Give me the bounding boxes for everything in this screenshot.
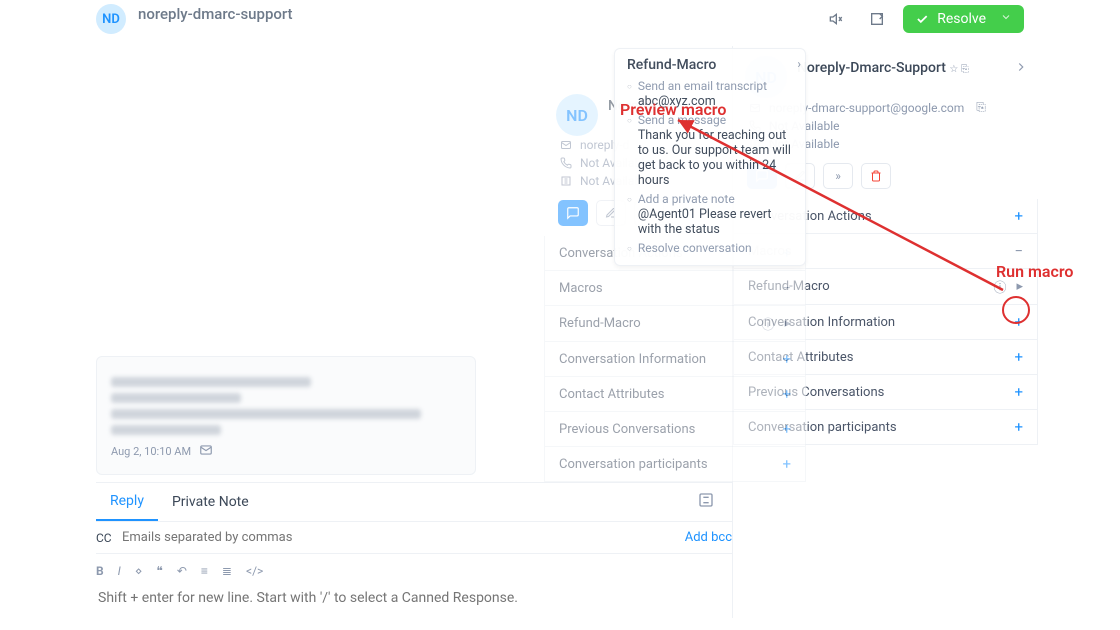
thumbs-up-icon: ☆ ⎘ <box>949 64 968 75</box>
quote-icon[interactable]: ❝ <box>156 564 162 578</box>
plus-icon[interactable]: + <box>1014 207 1023 225</box>
run-macro-icon-ghost[interactable]: ▸ <box>784 316 791 331</box>
ghost-avatar: ND <box>556 94 598 136</box>
ghost-section-participants[interactable]: Conversation participants+ <box>544 447 806 482</box>
ghost-new-conv-button[interactable] <box>558 200 588 226</box>
popover-title: Refund-Macro <box>627 57 793 73</box>
undo-icon[interactable]: ↶ <box>177 564 187 578</box>
link-icon[interactable]: ⋄ <box>135 564 143 578</box>
conversation-column: ND Noreply-D noreply-d Not Available Not… <box>0 46 732 618</box>
copy-icon[interactable]: ⎘ <box>976 100 986 115</box>
step3-value: @Agent01 Please revert with the status <box>638 207 793 237</box>
send-transcript-icon[interactable] <box>863 5 891 33</box>
merge-contact-button[interactable]: » <box>823 163 853 189</box>
step2-value: Thank you for reaching out to us. Our su… <box>638 128 793 188</box>
header-avatar: ND <box>96 4 126 34</box>
editor-toolbar: B I ⋄ ❝ ↶ ≡ ≣ </> <box>96 554 732 588</box>
conversation-header: ND noreply-dmarc-support Resolve <box>0 0 1120 34</box>
add-bcc-link[interactable]: Add bcc <box>685 530 732 545</box>
message-card: Aug 2, 10:10 AM <box>96 356 476 475</box>
code-icon[interactable]: </> <box>246 564 263 578</box>
minus-icon[interactable]: − <box>1014 242 1023 260</box>
tab-private-note[interactable]: Private Note <box>158 484 263 520</box>
cc-input[interactable] <box>122 530 685 545</box>
message-timestamp: Aug 2, 10:10 AM <box>111 445 191 458</box>
insert-signature-icon[interactable] <box>698 492 732 512</box>
tab-reply[interactable]: Reply <box>96 483 158 521</box>
delete-contact-button[interactable] <box>861 163 891 189</box>
ul-icon[interactable]: ≡ <box>201 564 208 578</box>
step3-label: Add a private note <box>638 192 793 206</box>
macro-preview-popover: › Refund-Macro Send an email transcripta… <box>614 48 806 266</box>
composer: Reply Private Note CC Add bcc B I ⋄ ❝ ↶ … <box>96 482 732 618</box>
ghost-section-info[interactable]: Conversation Information+ <box>544 342 806 377</box>
popover-chevron-icon: › <box>797 57 801 71</box>
step4-label: Resolve conversation <box>638 241 752 255</box>
preview-macro-icon[interactable]: ⓘ <box>761 314 774 333</box>
run-macro-button[interactable]: ▸ <box>1016 279 1023 294</box>
header-subtitle <box>138 23 293 34</box>
annotation-circle <box>1002 296 1030 324</box>
contact-name: Noreply-Dmarc-Support ☆ ⎘ <box>797 60 1026 76</box>
resolve-label: Resolve <box>937 11 986 27</box>
italic-icon[interactable]: I <box>118 564 121 578</box>
ol-icon[interactable]: ≣ <box>222 564 232 578</box>
step1-label: Send an email transcript <box>638 79 767 93</box>
ghost-section-prev[interactable]: Previous Conversations+ <box>544 412 806 447</box>
annotation-run: Run macro <box>996 262 1073 281</box>
ghost-section-macros[interactable]: Macros− <box>544 271 806 306</box>
reply-editor[interactable] <box>96 588 732 614</box>
email-channel-icon <box>199 443 213 460</box>
header-title: noreply-dmarc-support <box>138 5 293 23</box>
annotation-preview: Preview macro <box>620 100 726 119</box>
ghost-section-attr[interactable]: Contact Attributes+ <box>544 377 806 412</box>
mute-icon[interactable] <box>823 5 851 33</box>
expand-sidebar-icon[interactable] <box>1014 60 1028 78</box>
ghost-refund-macro-row[interactable]: Refund-Macro ⓘ ▸ <box>544 306 806 342</box>
chevron-down-icon <box>1000 11 1012 27</box>
bold-icon[interactable]: B <box>96 564 104 578</box>
cc-label: CC <box>96 531 122 545</box>
resolve-button[interactable]: Resolve <box>903 5 1024 33</box>
